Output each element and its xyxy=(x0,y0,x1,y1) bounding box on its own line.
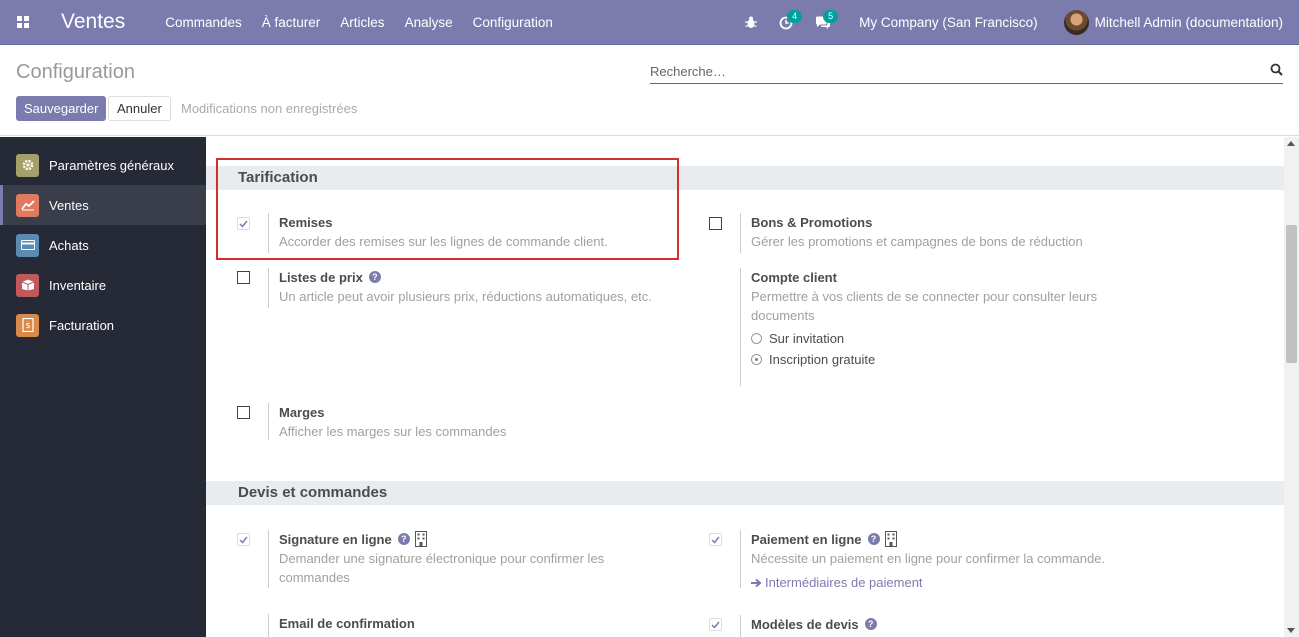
unsaved-changes-label: Modifications non enregistrées xyxy=(181,101,358,116)
settings-icon xyxy=(16,153,39,177)
scroll-up-arrow-icon[interactable] xyxy=(1287,141,1295,146)
payment-providers-label: Intermédiaires de paiement xyxy=(765,575,923,590)
sidebar-item-label: Achats xyxy=(49,237,89,253)
scroll-down-arrow-icon[interactable] xyxy=(1287,628,1295,633)
user-avatar[interactable] xyxy=(1063,10,1089,35)
radio-circle[interactable] xyxy=(751,354,762,365)
margins-title: Marges xyxy=(279,404,325,420)
cancel-button[interactable]: Annuler xyxy=(108,96,171,121)
arrow-right-icon xyxy=(751,578,762,588)
payment-checkbox[interactable] xyxy=(709,533,722,546)
sidebar-item-general-settings[interactable]: Paramètres généraux xyxy=(0,145,206,185)
search-input[interactable] xyxy=(650,60,1250,82)
menu-item-orders[interactable]: Commandes xyxy=(165,15,242,30)
confirmation-email-title: Email de confirmation xyxy=(279,615,415,631)
highlight-box xyxy=(216,158,679,260)
coupons-title: Bons & Promotions xyxy=(751,214,873,230)
invoice-icon: $ xyxy=(16,313,39,337)
help-question-icon[interactable]: ? xyxy=(368,271,381,283)
signature-title: Signature en ligne xyxy=(279,531,392,547)
sidebar-item-purchase[interactable]: Achats xyxy=(0,225,206,265)
sidebar-item-invoicing[interactable]: $ Facturation xyxy=(0,305,206,345)
pricelists-checkbox[interactable] xyxy=(237,271,250,284)
help-question-icon[interactable]: ? xyxy=(397,533,410,545)
customer-account-title: Compte client xyxy=(751,269,837,285)
messages-chat-icon[interactable]: 5 xyxy=(815,9,839,30)
company-switcher[interactable]: My Company (San Francisco) xyxy=(859,15,1038,30)
scroll-thumb[interactable] xyxy=(1286,225,1297,363)
search-icon[interactable] xyxy=(1270,63,1283,79)
purchase-card-icon xyxy=(16,233,39,257)
company-building-icon xyxy=(414,531,427,547)
sales-chart-icon xyxy=(16,193,39,217)
section-title-quotations: Devis et commandes xyxy=(206,481,1284,505)
save-button[interactable]: Sauvegarder xyxy=(16,96,107,121)
main-menu: Commandes À facturer Articles Analyse Co… xyxy=(165,15,573,30)
navbar-systray: 4 5 My Company (San Francisco) Mitchell … xyxy=(723,0,1283,45)
page-title: Configuration xyxy=(16,61,135,83)
radio-label: Sur invitation xyxy=(769,331,845,346)
control-panel: Configuration Sauvegarder Annuler Modifi… xyxy=(0,46,1299,136)
activity-badge: 4 xyxy=(787,9,803,23)
templates-checkbox[interactable] xyxy=(709,618,722,631)
margins-description: Afficher les marges sur les commandes xyxy=(279,424,507,439)
pricelists-description: Un article peut avoir plusieurs prix, ré… xyxy=(279,289,652,304)
settings-content: Tarification Remises Accorder des remise… xyxy=(206,137,1299,637)
margins-checkbox[interactable] xyxy=(237,406,250,419)
menu-item-products[interactable]: Articles xyxy=(340,15,384,30)
radio-on-invitation[interactable]: Sur invitation xyxy=(751,331,1110,346)
user-menu[interactable]: Mitchell Admin (documentation) xyxy=(1095,15,1283,30)
sidebar-item-inventory[interactable]: Inventaire xyxy=(0,265,206,305)
activity-clock-icon[interactable]: 4 xyxy=(779,9,803,30)
sidebar-item-sales[interactable]: Ventes xyxy=(0,185,206,225)
app-name[interactable]: Ventes xyxy=(61,10,125,34)
search-bar xyxy=(650,60,1283,84)
signature-description: Demander une signature électronique pour… xyxy=(279,551,605,585)
menu-item-reporting[interactable]: Analyse xyxy=(405,15,453,30)
radio-free-signup[interactable]: Inscription gratuite xyxy=(751,352,1110,367)
radio-circle[interactable] xyxy=(751,333,762,344)
vertical-scrollbar[interactable] xyxy=(1284,137,1299,637)
payment-providers-link[interactable]: Intermédiaires de paiement xyxy=(751,575,1160,590)
coupons-description: Gérer les promotions et campagnes de bon… xyxy=(751,234,1083,249)
messages-badge: 5 xyxy=(823,9,839,23)
pricelists-title: Listes de prix xyxy=(279,269,363,285)
sidebar-item-label: Facturation xyxy=(49,317,115,333)
payment-description: Nécessite un paiement en ligne pour conf… xyxy=(751,551,1106,566)
apps-menu-icon[interactable] xyxy=(0,0,45,45)
menu-item-to-invoice[interactable]: À facturer xyxy=(262,15,321,30)
inventory-box-icon xyxy=(16,273,39,297)
help-question-icon[interactable]: ? xyxy=(864,618,877,630)
svg-text:$: $ xyxy=(25,321,30,330)
sidebar-item-label: Ventes xyxy=(49,197,89,213)
debug-bug-icon[interactable] xyxy=(745,16,758,29)
settings-sidebar: Paramètres généraux Ventes Achats Invent… xyxy=(0,137,206,637)
sidebar-item-label: Inventaire xyxy=(49,277,107,293)
company-building-icon xyxy=(884,531,897,547)
help-question-icon[interactable]: ? xyxy=(867,533,880,545)
menu-item-configuration[interactable]: Configuration xyxy=(473,15,553,30)
top-navbar: Ventes Commandes À facturer Articles Ana… xyxy=(0,0,1299,45)
sidebar-item-label: Paramètres généraux xyxy=(49,157,175,173)
radio-label: Inscription gratuite xyxy=(769,352,876,367)
templates-title: Modèles de devis xyxy=(751,616,859,632)
payment-title: Paiement en ligne xyxy=(751,531,862,547)
signature-checkbox[interactable] xyxy=(237,533,250,546)
customer-account-description: Permettre à vos clients de se connecter … xyxy=(751,289,1098,323)
coupons-checkbox[interactable] xyxy=(709,217,722,230)
